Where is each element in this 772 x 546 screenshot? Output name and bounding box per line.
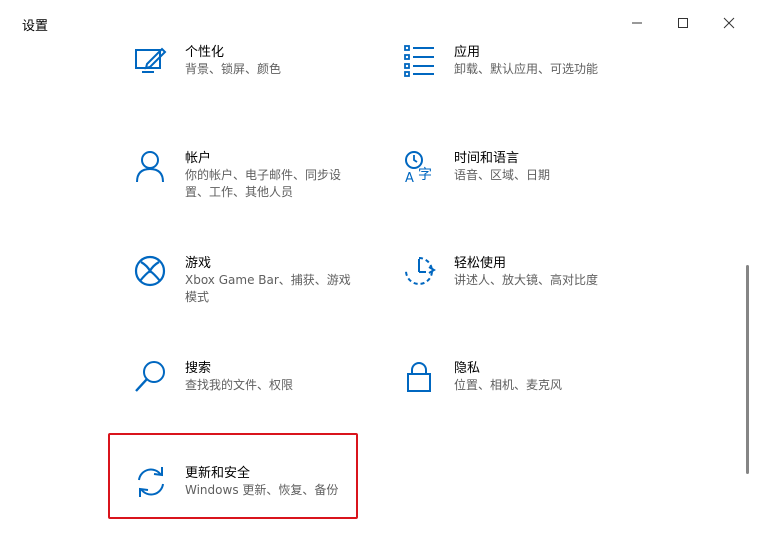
tile-name: 搜索 xyxy=(185,361,212,376)
tile-name: 帐户 xyxy=(185,151,212,166)
time-language-icon: A 字 xyxy=(403,150,437,184)
tile-desc: 讲述人、放大镜、高对比度 xyxy=(454,273,599,287)
title-bar: 设置 xyxy=(0,0,772,46)
tile-desc: Windows 更新、恢复、备份 xyxy=(185,483,339,497)
lock-icon xyxy=(403,360,437,394)
tile-ease-of-access[interactable]: 轻松使用 讲述人、放大镜、高对比度 xyxy=(403,255,653,335)
tile-privacy[interactable]: 隐私 位置、相机、麦克风 xyxy=(403,360,653,440)
svg-text:A: A xyxy=(405,171,414,184)
close-button[interactable] xyxy=(706,8,752,38)
maximize-button[interactable] xyxy=(660,8,706,38)
tile-desc: 位置、相机、麦克风 xyxy=(454,378,563,392)
tile-name: 时间和语言 xyxy=(454,151,520,166)
window-title: 设置 xyxy=(22,19,49,34)
tile-name: 应用 xyxy=(454,45,481,60)
tile-desc: 你的帐户、电子邮件、同步设置、工作、其他人员 xyxy=(185,168,342,199)
tile-gaming[interactable]: 游戏 Xbox Game Bar、捕获、游戏模式 xyxy=(134,255,384,335)
tile-desc: 背景、锁屏、颜色 xyxy=(185,62,282,76)
tile-accounts[interactable]: 帐户 你的帐户、电子邮件、同步设置、工作、其他人员 xyxy=(134,150,384,230)
tile-time-language[interactable]: A 字 时间和语言 语音、区域、日期 xyxy=(403,150,653,230)
tile-personalization[interactable]: 个性化 背景、锁屏、颜色 xyxy=(134,44,384,124)
minimize-button[interactable] xyxy=(614,8,660,38)
maximize-icon xyxy=(678,18,688,28)
account-icon xyxy=(134,150,168,184)
tile-name: 隐私 xyxy=(454,361,481,376)
ease-of-access-icon xyxy=(403,255,437,289)
tile-desc: Xbox Game Bar、捕获、游戏模式 xyxy=(185,273,351,304)
tile-update-security[interactable]: 更新和安全 Windows 更新、恢复、备份 xyxy=(134,465,384,545)
tile-name: 个性化 xyxy=(185,45,225,60)
minimize-icon xyxy=(632,22,642,24)
tile-desc: 查找我的文件、权限 xyxy=(185,378,294,392)
svg-text:字: 字 xyxy=(418,167,432,183)
scrollbar-thumb[interactable] xyxy=(746,265,749,474)
tile-name: 轻松使用 xyxy=(454,256,507,271)
personalization-icon xyxy=(134,44,168,78)
tile-apps[interactable]: 应用 卸载、默认应用、可选功能 xyxy=(403,44,653,124)
xbox-icon xyxy=(134,255,168,289)
close-icon xyxy=(723,17,735,29)
sync-icon xyxy=(134,465,168,499)
tile-desc: 卸载、默认应用、可选功能 xyxy=(454,62,599,76)
search-icon xyxy=(134,360,168,394)
tile-name: 更新和安全 xyxy=(185,466,251,481)
tile-name: 游戏 xyxy=(185,256,212,271)
tile-desc: 语音、区域、日期 xyxy=(454,168,551,182)
apps-icon xyxy=(403,44,437,78)
tile-search[interactable]: 搜索 查找我的文件、权限 xyxy=(134,360,384,440)
